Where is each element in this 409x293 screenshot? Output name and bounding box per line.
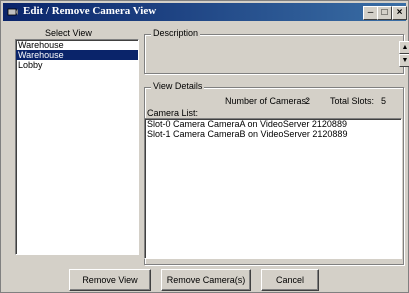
total-slots-value: 5 bbox=[381, 96, 387, 106]
camera-list-label: Camera List: bbox=[147, 108, 199, 118]
minimize-button[interactable]: – bbox=[363, 6, 378, 20]
title-bar[interactable]: Edit / Remove Camera View – □ × bbox=[3, 3, 407, 21]
view-details-group: View Details Number of Cameras: 2 Total … bbox=[144, 81, 404, 265]
camera-list-item[interactable]: Slot-0 Camera CameraA on VideoServer 212… bbox=[145, 119, 401, 129]
view-details-label: View Details bbox=[151, 81, 205, 91]
select-view-label: Select View bbox=[45, 28, 92, 38]
window-title: Edit / Remove Camera View bbox=[23, 5, 157, 17]
view-list-item[interactable]: Warehouse bbox=[16, 50, 138, 60]
cancel-button[interactable]: Cancel bbox=[261, 269, 319, 291]
total-slots-label: Total Slots: bbox=[330, 96, 375, 106]
spin-up-button[interactable]: ▲ bbox=[399, 41, 409, 54]
maximize-icon: □ bbox=[381, 7, 388, 18]
description-label: Description bbox=[151, 28, 201, 38]
remove-view-button[interactable]: Remove View bbox=[69, 269, 151, 291]
description-group: Description ▲ ▼ bbox=[144, 28, 409, 74]
spin-down-button[interactable]: ▼ bbox=[399, 54, 409, 67]
view-list-item[interactable]: Lobby bbox=[16, 60, 138, 70]
spin-down-icon: ▼ bbox=[401, 57, 409, 64]
camera-app-icon bbox=[7, 8, 18, 16]
camera-list[interactable]: Slot-0 Camera CameraA on VideoServer 212… bbox=[144, 118, 402, 259]
minimize-icon: – bbox=[367, 7, 374, 18]
close-icon: × bbox=[396, 7, 403, 18]
spin-up-icon: ▲ bbox=[401, 44, 409, 51]
close-button[interactable]: × bbox=[392, 6, 407, 20]
camera-list-item[interactable]: Slot-1 Camera CameraB on VideoServer 212… bbox=[145, 129, 401, 139]
maximize-button[interactable]: □ bbox=[377, 6, 392, 20]
view-list-item[interactable]: Warehouse bbox=[16, 40, 138, 50]
remove-cameras-button[interactable]: Remove Camera(s) bbox=[161, 269, 251, 291]
num-cameras-label: Number of Cameras: bbox=[225, 96, 309, 106]
num-cameras-value: 2 bbox=[305, 96, 311, 106]
dialog-window: Edit / Remove Camera View – □ × Select V… bbox=[0, 0, 409, 293]
view-list[interactable]: Warehouse Warehouse Lobby bbox=[15, 39, 139, 255]
